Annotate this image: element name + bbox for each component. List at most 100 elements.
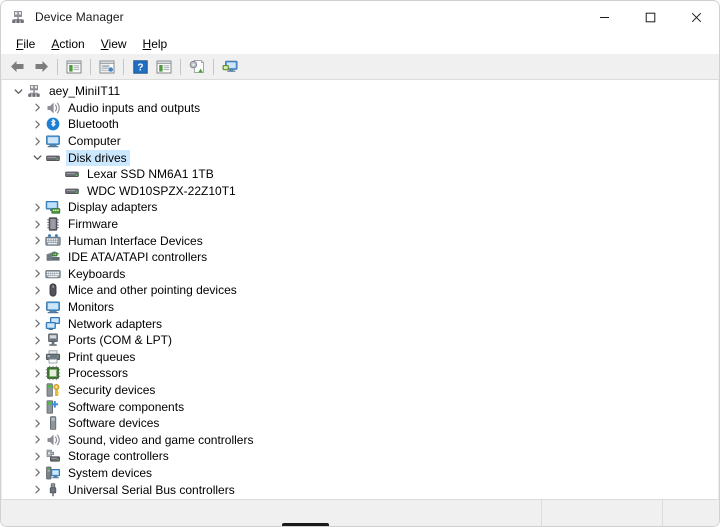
- tree-item-label: Lexar SSD NM6A1 1TB: [87, 167, 214, 182]
- minimize-button[interactable]: [581, 1, 627, 33]
- tree-item-print-queues[interactable]: Print queues: [2, 349, 718, 366]
- tree-item-storage-controllers[interactable]: Storage controllers: [2, 448, 718, 465]
- chevron-right-icon: [34, 253, 40, 262]
- tree-twisty[interactable]: [29, 385, 45, 394]
- tree-item-label: Disk drives: [66, 149, 130, 166]
- tree-item-ide-ata-atapi-controllers[interactable]: IDE ATA/ATAPI controllers: [2, 249, 718, 266]
- help-question-icon: ?: [132, 59, 148, 74]
- title-bar-left: Device Manager: [1, 9, 124, 25]
- toolbar-separator-1: [57, 58, 58, 75]
- tree-item-lexar-ssd-nm6a1-1tb[interactable]: Lexar SSD NM6A1 1TB: [2, 166, 718, 183]
- tree-item-bluetooth[interactable]: Bluetooth: [2, 116, 718, 133]
- chevron-right-icon: [34, 419, 40, 428]
- forward-button[interactable]: [29, 56, 53, 78]
- tree-twisty[interactable]: [29, 303, 45, 312]
- tree-item-human-interface-devices[interactable]: Human Interface Devices: [2, 232, 718, 249]
- tree-twisty[interactable]: [29, 336, 45, 345]
- disk-drive-icon: [64, 166, 80, 182]
- port-icon: [48, 333, 58, 347]
- mouse-icon: [45, 282, 61, 298]
- tree-twisty[interactable]: [29, 203, 45, 212]
- chevron-right-icon: [34, 369, 40, 378]
- tree-item-keyboards[interactable]: Keyboards: [2, 266, 718, 283]
- tree-twisty[interactable]: [29, 352, 45, 361]
- disk-drive-icon: [65, 171, 79, 178]
- tree-twisty[interactable]: [29, 120, 45, 129]
- tree-item-software-components[interactable]: Software components: [2, 398, 718, 415]
- tree-item-processors[interactable]: Processors: [2, 365, 718, 382]
- tree-item-security-devices[interactable]: Security devices: [2, 382, 718, 399]
- tree-item-label: Ports (COM & LPT): [68, 333, 173, 348]
- properties-button[interactable]: [95, 56, 119, 78]
- tree-item-monitors[interactable]: Monitors: [2, 299, 718, 316]
- tree-item-label: Security devices: [68, 382, 156, 397]
- speaker-icon: [47, 434, 60, 446]
- software-device-icon: [50, 416, 57, 430]
- update-driver-button[interactable]: [185, 56, 209, 78]
- tree-item-mice-and-other-pointing-devices[interactable]: Mice and other pointing devices: [2, 282, 718, 299]
- tree-twisty[interactable]: [29, 269, 45, 278]
- tree-item-label: Human Interface Devices: [68, 233, 203, 248]
- details-view-button[interactable]: [152, 56, 176, 78]
- tree-twisty[interactable]: [29, 402, 45, 411]
- toolbar: ?: [1, 54, 719, 80]
- tree-item-wdc-wd10spzx-22z10t1[interactable]: WDC WD10SPZX-22Z10T1: [2, 183, 718, 200]
- tree-item-label: Universal Serial Bus controllers: [68, 482, 235, 497]
- speaker-icon: [45, 432, 61, 448]
- tree-item-audio-inputs-and-outputs[interactable]: Audio inputs and outputs: [2, 100, 718, 117]
- tree-item-label: Audio inputs and outputs: [68, 100, 201, 115]
- help-button[interactable]: ?: [128, 56, 152, 78]
- bluetooth-icon: [46, 118, 60, 131]
- tree-item-computer[interactable]: Computer: [2, 133, 718, 150]
- hid-icon: [45, 233, 61, 249]
- menu-action-rest: ction: [59, 36, 85, 51]
- back-button[interactable]: [5, 56, 29, 78]
- chevron-right-icon: [34, 203, 40, 212]
- menu-file[interactable]: File: [8, 35, 43, 53]
- tree-item-software-devices[interactable]: Software devices: [2, 415, 718, 432]
- tree-twisty[interactable]: [29, 103, 45, 112]
- update-driver-icon: [189, 60, 204, 73]
- tree-twisty[interactable]: [29, 236, 45, 245]
- monitor-icon: [45, 299, 61, 315]
- storage-controller-icon: [46, 450, 60, 462]
- chevron-right-icon: [34, 402, 40, 411]
- scan-hardware-button[interactable]: [218, 56, 242, 78]
- software-device-icon: [45, 415, 61, 431]
- tree-twisty[interactable]: [29, 419, 45, 428]
- tree-item-system-devices[interactable]: System devices: [2, 465, 718, 482]
- menu-file-rest: ile: [23, 36, 36, 51]
- tree-twisty[interactable]: [29, 220, 45, 229]
- tree-item-ports-com-lpt[interactable]: Ports (COM & LPT): [2, 332, 718, 349]
- tree-item-label: Monitors: [68, 300, 115, 315]
- tree-item-network-adapters[interactable]: Network adapters: [2, 315, 718, 332]
- tree-twisty[interactable]: [29, 435, 45, 444]
- menu-view[interactable]: View: [93, 35, 135, 53]
- tree-twisty[interactable]: [29, 468, 45, 477]
- tree-item-firmware[interactable]: Firmware: [2, 216, 718, 233]
- menu-help[interactable]: Help: [135, 35, 176, 53]
- tree-twisty[interactable]: [29, 137, 45, 146]
- tree-twisty[interactable]: [29, 485, 45, 494]
- tree-item-disk-drives[interactable]: Disk drives: [2, 149, 718, 166]
- show-hide-tree-button[interactable]: [62, 56, 86, 78]
- tree-twisty[interactable]: [29, 452, 45, 461]
- menu-action[interactable]: Action: [43, 35, 92, 53]
- tree-item-display-adapters[interactable]: Display adapters: [2, 199, 718, 216]
- close-button[interactable]: [673, 1, 719, 33]
- tree-item-universal-serial-bus-controllers[interactable]: Universal Serial Bus controllers: [2, 481, 718, 498]
- device-tree-panel[interactable]: aey_MiniIT11 Audio inputs and outputs Blue…: [1, 80, 719, 499]
- tree-item-label: Bluetooth: [68, 117, 119, 132]
- tree-twisty[interactable]: [29, 286, 45, 295]
- tree-twisty[interactable]: [29, 319, 45, 328]
- tree-twisty[interactable]: [29, 369, 45, 378]
- tree-twisty[interactable]: [10, 87, 26, 96]
- firmware-chip-icon: [45, 216, 61, 232]
- tree-item-sound-video-and-game-controllers[interactable]: Sound, video and game controllers: [2, 431, 718, 448]
- chevron-down-icon: [14, 89, 22, 94]
- tree-item-aey-miniit11[interactable]: aey_MiniIT11: [2, 83, 718, 100]
- maximize-button[interactable]: [627, 1, 673, 33]
- network-adapter-icon: [45, 316, 61, 332]
- tree-twisty[interactable]: [29, 253, 45, 262]
- tree-twisty[interactable]: [29, 153, 45, 162]
